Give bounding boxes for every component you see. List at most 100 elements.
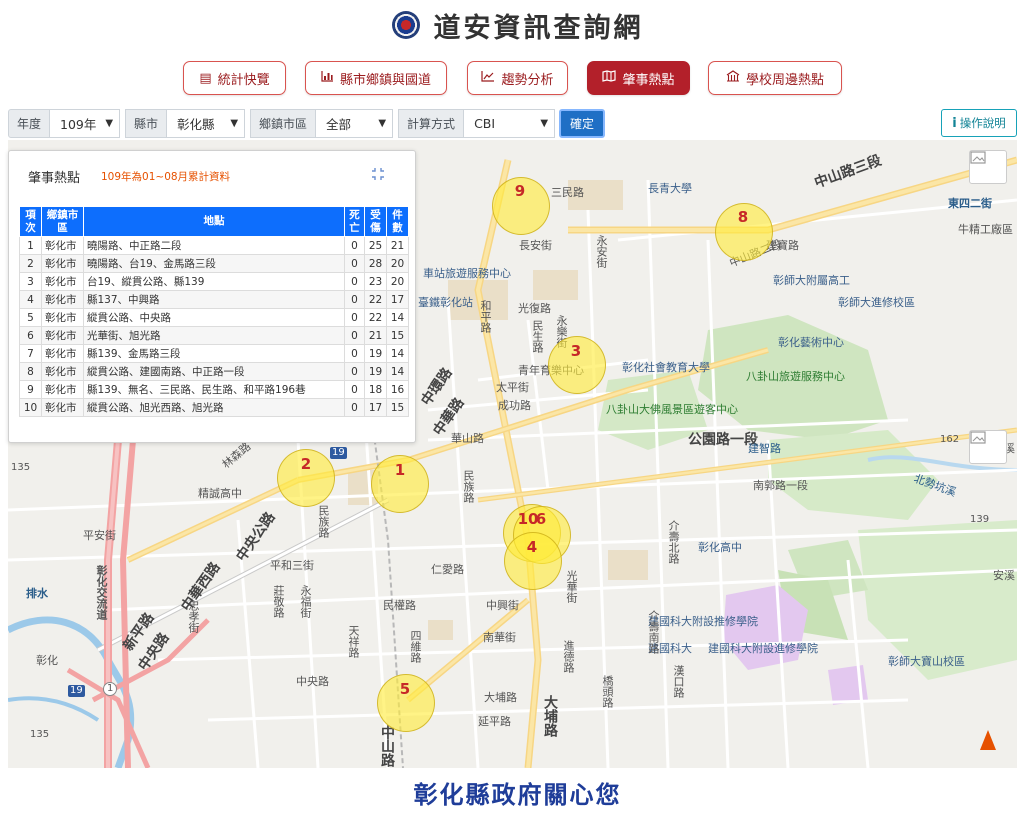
road-label: 東四二街: [948, 197, 992, 210]
table-row[interactable]: 7 彰化市 縣139、金馬路三段 0 19 14: [19, 344, 409, 363]
cell-count: 14: [386, 344, 409, 363]
table-row[interactable]: 8 彰化市 縱貫公路、建國南路、中正路一段 0 19 14: [19, 362, 409, 381]
layer-toggle-button[interactable]: [969, 150, 1007, 184]
cell-count: 15: [386, 326, 409, 345]
nav-stats-overview-label: 統計快覽: [217, 72, 270, 88]
chevron-down-icon: ▼: [378, 118, 387, 129]
route-shield: 162: [940, 434, 960, 445]
county-select-value: 彰化縣: [177, 117, 215, 132]
cell-place: 縱貫公路、建國南路、中正路一段: [83, 362, 345, 381]
nav-accident-hotspot[interactable]: 肇事熱點: [587, 61, 690, 95]
cell-injury: 22: [364, 290, 387, 309]
panel-note: 109年為01~08月累計資料: [101, 171, 231, 183]
road-label: 莊敬路: [272, 585, 285, 618]
nav-trend-analysis[interactable]: 趨勢分析: [467, 61, 568, 95]
road-label: 南華街: [483, 631, 516, 644]
road-label: 太平街: [496, 381, 529, 394]
cell-place: 縣139、金馬路三段: [83, 344, 345, 363]
hotspot-label: 3: [570, 342, 582, 360]
cell-town: 彰化市: [41, 236, 84, 255]
method-select[interactable]: CBI ▼: [464, 109, 556, 138]
table-row[interactable]: 2 彰化市 曉陽路、台19、金馬路三段 0 28 20: [19, 254, 409, 273]
table-row[interactable]: 6 彰化市 光華街、旭光路 0 21 15: [19, 326, 409, 345]
confirm-button[interactable]: 確定: [559, 109, 606, 138]
table-row[interactable]: 1 彰化市 曉陽路、中正路二段 0 25 21: [19, 236, 409, 255]
cell-death: 0: [344, 380, 365, 399]
cell-count: 15: [386, 398, 409, 417]
road-label: 平安街: [83, 529, 116, 542]
area-chart-icon: [481, 70, 495, 86]
cell-death: 0: [344, 344, 365, 363]
cell-death: 0: [344, 272, 365, 291]
nav-stats-overview[interactable]: ▤ 統計快覽: [183, 61, 286, 95]
cell-rank: 8: [19, 362, 42, 381]
road-label: 民族路: [317, 505, 330, 538]
table-row[interactable]: 9 彰化市 縣139、無名、三民路、民生路、和平路196巷 0 18 16: [19, 380, 409, 399]
table-row[interactable]: 3 彰化市 台19、縱貫公路、縣139 0 23 20: [19, 272, 409, 291]
poi-label: 彰化社會教育大學: [622, 361, 710, 374]
road-label: 中山路: [379, 725, 395, 767]
town-select[interactable]: 全部 ▼: [316, 109, 394, 138]
route-shield: 19: [330, 447, 347, 459]
year-select-value: 109年: [60, 117, 97, 132]
cell-death: 0: [344, 236, 365, 255]
cell-injury: 23: [364, 272, 387, 291]
table-row[interactable]: 5 彰化市 縱貫公路、中央路 0 22 14: [19, 308, 409, 327]
site-title: 道安資訊查詢網: [433, 12, 644, 44]
cell-town: 彰化市: [41, 272, 84, 291]
river-label: 排水: [26, 587, 48, 600]
help-button-label: 操作說明: [959, 116, 1006, 130]
cell-town: 彰化市: [41, 362, 84, 381]
road-label: 介壽南路: [647, 610, 660, 654]
route-shield: 19: [68, 685, 85, 697]
layer-toggle-button[interactable]: [969, 430, 1007, 464]
road-label: 四維路: [409, 630, 422, 663]
hotspot-label: 2: [300, 455, 312, 473]
collapse-icon[interactable]: [370, 167, 386, 185]
road-label: 彰化交流道: [95, 565, 108, 620]
poi-label: 彰師大進修校區: [838, 296, 915, 309]
site-header: 道安資訊查詢網: [0, 0, 1035, 50]
poi-label: 彰師大附屬高工: [773, 274, 850, 287]
hotspot-panel: 肇事熱點 109年為01~08月累計資料 項次 鄉鎮市區 地點 死亡 受傷 件數…: [8, 150, 416, 443]
route-shield: 135: [30, 729, 50, 740]
nav-school-hotspot[interactable]: 學校周邊熱點: [708, 61, 842, 95]
poi-label: 彰師大寶山校區: [888, 655, 965, 668]
cell-count: 16: [386, 380, 409, 399]
road-label: 大埔路: [484, 691, 517, 704]
road-label: 介壽北路: [667, 520, 680, 564]
poi-label: 精誠高中: [198, 487, 242, 500]
cell-town: 彰化市: [41, 344, 84, 363]
list-icon: ▤: [199, 70, 212, 86]
cell-town: 彰化市: [41, 380, 84, 399]
hotspot-label: 4: [526, 538, 538, 556]
road-label: 中央路: [296, 675, 329, 688]
road-label: 永安街: [595, 235, 608, 268]
cell-rank: 4: [19, 290, 42, 309]
cell-rank: 2: [19, 254, 42, 273]
cell-place: 縱貫公路、中央路: [83, 308, 345, 327]
year-select[interactable]: 109年 ▼: [50, 109, 121, 138]
nav-county-highway[interactable]: 縣市鄉鎮與國道: [305, 61, 447, 95]
road-label: 忠孝街: [187, 600, 200, 633]
hotspot-table: 項次 鄉鎮市區 地點 死亡 受傷 件數 1 彰化市 曉陽路、中正路二段 0 25 21 2 彰…: [19, 206, 409, 417]
footer-slogan: 彰化縣政府關心您: [413, 780, 622, 809]
cell-injury: 19: [364, 362, 387, 381]
th-injury: 受傷: [364, 206, 387, 237]
help-button[interactable]: i 操作說明: [941, 109, 1017, 137]
main-nav: ▤ 統計快覽 縣市鄉鎮與國道 趨勢分析 肇事熱點 學校周邊熱點: [0, 61, 1035, 95]
road-label: 成功路: [498, 399, 531, 412]
hotspot-table-body: 1 彰化市 曉陽路、中正路二段 0 25 21 2 彰化市 曉陽路、台19、金馬路三段 0 28 20…: [19, 236, 409, 417]
cell-place: 曉陽路、中正路二段: [83, 236, 345, 255]
town-label: 鄉鎮市區: [250, 109, 317, 138]
table-row[interactable]: 10 彰化市 縱貫公路、旭光西路、旭光路 0 17 15: [19, 398, 409, 417]
road-label: 光華街: [565, 570, 578, 603]
chevron-down-icon: ▼: [540, 118, 549, 129]
th-place: 地點: [83, 206, 345, 237]
road-label: 長安街: [519, 239, 552, 252]
table-row[interactable]: 4 彰化市 縣137、中興路 0 22 17: [19, 290, 409, 309]
cell-death: 0: [344, 254, 365, 273]
cell-rank: 9: [19, 380, 42, 399]
county-select[interactable]: 彰化縣 ▼: [167, 109, 246, 138]
hotspot-label: 5: [399, 680, 411, 698]
